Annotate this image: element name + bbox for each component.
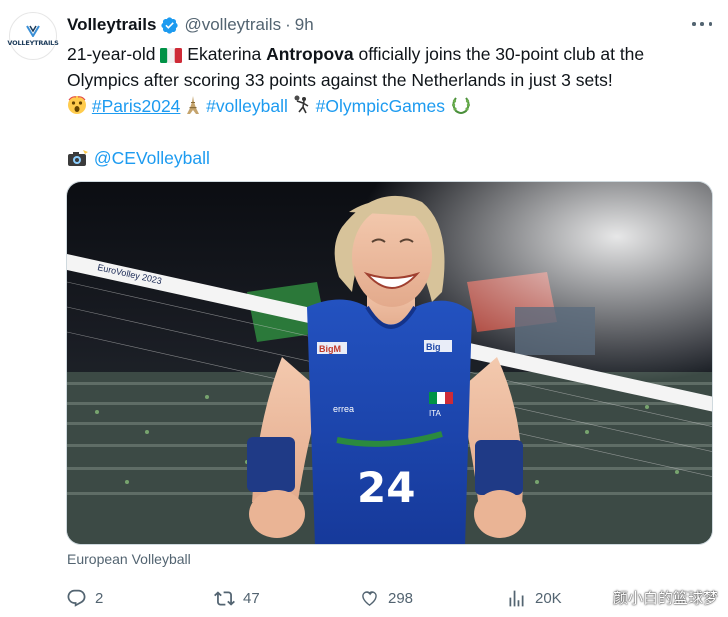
media-caption: European Volleyball	[67, 551, 191, 567]
tweet-line-2: Olympics after scoring 33 points against…	[67, 70, 613, 90]
photo-player-celebrating: EuroVolley 2023 BigM Big errea ITA 24	[67, 182, 712, 544]
header-separator: ·	[285, 15, 291, 34]
svg-text:Big: Big	[426, 342, 441, 352]
avatar-logo-text: VOLLEYTRAILS	[7, 38, 59, 47]
repost-icon	[214, 590, 235, 606]
reply-button[interactable]: 2	[66, 585, 103, 611]
reply-icon	[67, 589, 86, 607]
profile-avatar[interactable]: VOLLEYTRAILS	[7, 12, 59, 60]
jersey-country-text: ITA	[429, 409, 442, 418]
hashtag-olympicgames-link[interactable]: #OlympicGames	[316, 96, 445, 116]
hashtag-paris2024-link[interactable]: #Paris2024	[92, 96, 181, 116]
like-button[interactable]: 298	[359, 585, 413, 611]
repost-button[interactable]: 47	[214, 585, 260, 611]
reply-count: 2	[95, 589, 104, 607]
jersey-number-text: 24	[357, 463, 415, 512]
watermark-text: 颜小白的篮球梦	[612, 589, 718, 607]
like-count: 298	[388, 589, 414, 607]
tweet-text-firstname: Ekaterina	[187, 44, 262, 64]
tweet-timestamp[interactable]: 9h	[295, 15, 314, 35]
tweet-text-rest: officially joins the 30-point club at th…	[358, 44, 645, 64]
credit-mention-link[interactable]: @CEVolleyball	[94, 148, 210, 168]
volleyball-logo-icon	[26, 24, 40, 37]
repost-count: 47	[243, 589, 260, 607]
jersey-sponsor-text: BigM	[319, 344, 341, 354]
heart-icon	[362, 590, 377, 606]
eiffel-tower-icon	[187, 96, 200, 114]
laurel-wreath-icon	[451, 97, 470, 115]
tweet-photo[interactable]: EuroVolley 2023 BigM Big errea ITA 24	[66, 181, 713, 545]
views-count: 20K	[535, 589, 562, 607]
camera-flash-icon	[68, 150, 88, 166]
more-options-icon[interactable]	[692, 18, 712, 30]
author-handle[interactable]: @volleytrails	[184, 15, 281, 35]
volleyball-player-icon	[294, 95, 309, 114]
author-name[interactable]: Volleytrails	[67, 15, 156, 35]
tweet-text: 21-year-old Ekaterina Antropova official…	[67, 41, 722, 171]
jersey-brand-text: errea	[333, 404, 354, 414]
analytics-bar-icon	[509, 590, 524, 606]
tweet-line-3: #Paris2024 #volleyball #OlympicGames	[67, 93, 722, 119]
tweet-header: Volleytrails @volleytrails · 9h	[67, 14, 314, 36]
tweet-text-age: 21-year-old	[67, 44, 156, 64]
italy-flag-icon	[160, 48, 183, 63]
tweet-line-1: 21-year-old Ekaterina Antropova official…	[67, 41, 722, 67]
verified-badge-icon	[161, 16, 179, 34]
tweet-line-credit: @CEVolleyball	[67, 145, 722, 171]
tweet-text-lastname: Antropova	[266, 44, 354, 64]
astonished-face-icon	[68, 96, 86, 114]
hashtag-volleyball-link[interactable]: #volleyball	[206, 96, 288, 116]
views-button[interactable]: 20K	[506, 585, 562, 611]
